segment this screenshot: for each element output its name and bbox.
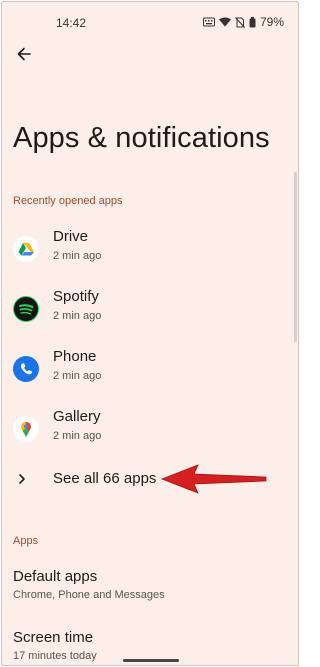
app-name: Spotify [53,288,99,305]
app-last-used: 2 min ago [53,310,102,322]
app-last-used: 2 min ago [53,250,102,262]
keyboard-icon [202,17,215,27]
scrollbar[interactable] [294,172,297,342]
phone-icon [13,356,39,382]
recent-apps-section-label: Recently opened apps [13,195,123,207]
no-sim-icon [235,16,245,28]
screen-time-item[interactable]: Screen time 17 minutes today [13,629,97,662]
arrow-left-icon [16,46,32,67]
app-last-used: 2 min ago [53,430,102,442]
app-name: Drive [53,228,89,245]
status-icons: 79% [202,15,284,29]
page-title: Apps & notifications [13,122,270,154]
annotation-arrow-icon [160,462,270,501]
pref-subtitle: Chrome, Phone and Messages [13,589,165,601]
status-time: 14:42 [56,16,87,30]
battery-icon [249,16,256,28]
recent-app-drive[interactable]: Drive 2 min ago [2,224,298,280]
app-name: Gallery [53,408,101,425]
pref-subtitle: 17 minutes today [13,650,97,662]
pref-title: Screen time [13,629,94,646]
pref-title: Default apps [13,568,98,585]
recent-app-phone[interactable]: Phone 2 min ago [2,344,298,400]
gallery-icon [13,416,39,442]
default-apps-item[interactable]: Default apps Chrome, Phone and Messages [13,568,165,601]
recent-app-gallery[interactable]: Gallery 2 min ago [2,404,298,460]
see-all-apps-label: See all 66 apps [53,470,157,487]
apps-section-label: Apps [13,535,39,547]
back-button[interactable] [10,42,38,70]
wifi-icon [218,17,231,27]
spotify-icon [13,296,39,322]
gesture-nav-handle[interactable] [123,659,179,662]
recent-app-spotify[interactable]: Spotify 2 min ago [2,284,298,340]
app-last-used: 2 min ago [53,370,102,382]
google-drive-icon [13,236,39,262]
screen: 14:42 79% Apps & notifications Recently … [1,1,299,666]
battery-percentage: 79% [259,15,284,29]
chevron-right-icon [16,472,28,491]
status-bar: 14:42 79% [2,2,298,42]
app-name: Phone [53,348,97,365]
